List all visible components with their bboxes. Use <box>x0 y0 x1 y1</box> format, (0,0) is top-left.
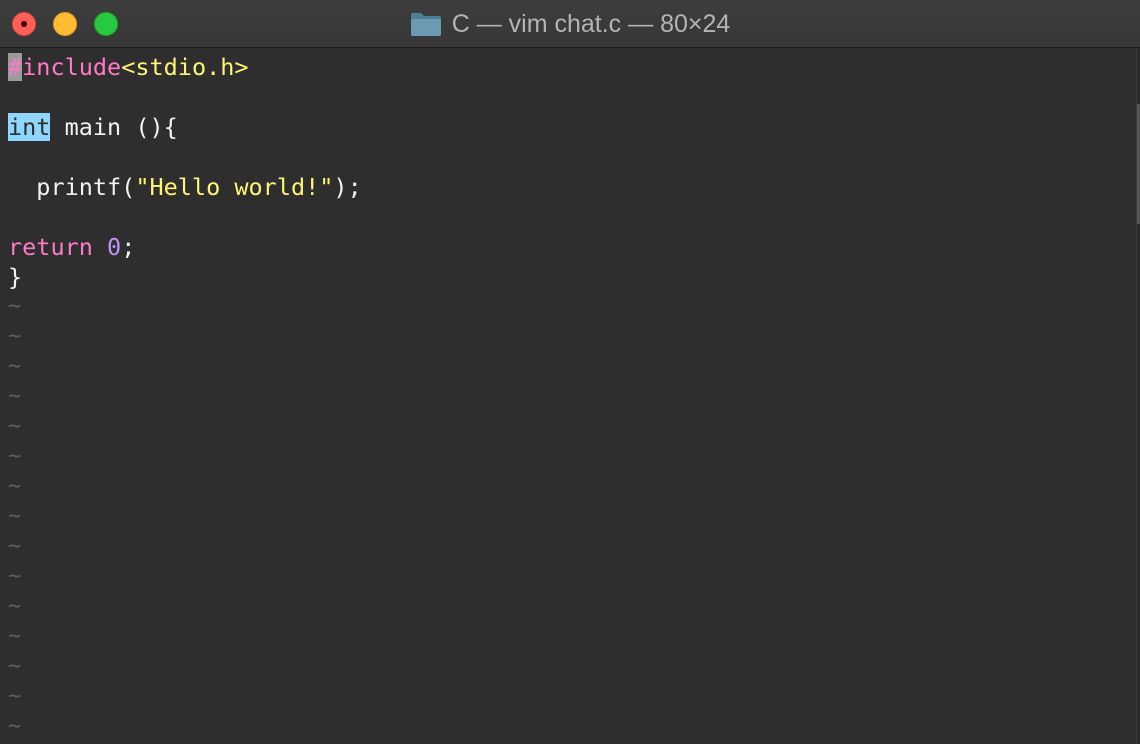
scrollbar[interactable] <box>1136 48 1140 744</box>
empty-line-marker: ~ <box>8 594 22 619</box>
empty-line-marker: ~ <box>8 294 22 319</box>
return-keyword: return <box>8 233 93 261</box>
include-header: <stdio.h> <box>121 53 249 81</box>
main-declaration: main (){ <box>50 113 178 141</box>
empty-line-marker: ~ <box>8 504 22 529</box>
empty-line-marker: ~ <box>8 564 22 589</box>
code-line-8: } <box>8 262 22 292</box>
code-line-7: return 0; <box>8 232 135 262</box>
code-line-5: printf("Hello world!"); <box>8 172 362 202</box>
empty-line-marker: ~ <box>8 444 22 469</box>
code-line-1: #include<stdio.h> <box>8 52 249 82</box>
statement-end: ; <box>121 233 136 261</box>
window-title-container: C — vim chat.c — 80×24 <box>0 0 1140 48</box>
empty-line-marker: ~ <box>8 654 22 679</box>
printf-call: printf( <box>36 173 136 201</box>
empty-line-marker: ~ <box>8 384 22 409</box>
vim-editor[interactable]: #include<stdio.h> int main (){ printf("H… <box>0 48 1136 744</box>
title-bar[interactable]: C — vim chat.c — 80×24 <box>0 0 1140 48</box>
int-keyword: int <box>8 113 51 141</box>
include-directive: include <box>22 53 122 81</box>
empty-line-marker: ~ <box>8 714 22 739</box>
empty-line-marker: ~ <box>8 474 22 499</box>
cursor: # <box>8 53 23 81</box>
string-literal: "Hello world!" <box>135 173 334 201</box>
empty-line-marker: ~ <box>8 414 22 439</box>
folder-icon <box>410 13 441 36</box>
empty-line-marker: ~ <box>8 624 22 649</box>
empty-line-marker: ~ <box>8 684 22 709</box>
printf-end: ); <box>333 173 362 201</box>
closing-brace: } <box>8 263 23 291</box>
window-title: C — vim chat.c — 80×24 <box>451 9 731 38</box>
return-value: 0 <box>107 233 122 261</box>
empty-line-marker: ~ <box>8 354 22 379</box>
empty-line-marker: ~ <box>8 534 22 559</box>
code-line-3: int main (){ <box>8 112 178 142</box>
terminal-window: C — vim chat.c — 80×24 #include<stdio.h>… <box>0 0 1140 744</box>
empty-line-marker: ~ <box>8 324 22 349</box>
